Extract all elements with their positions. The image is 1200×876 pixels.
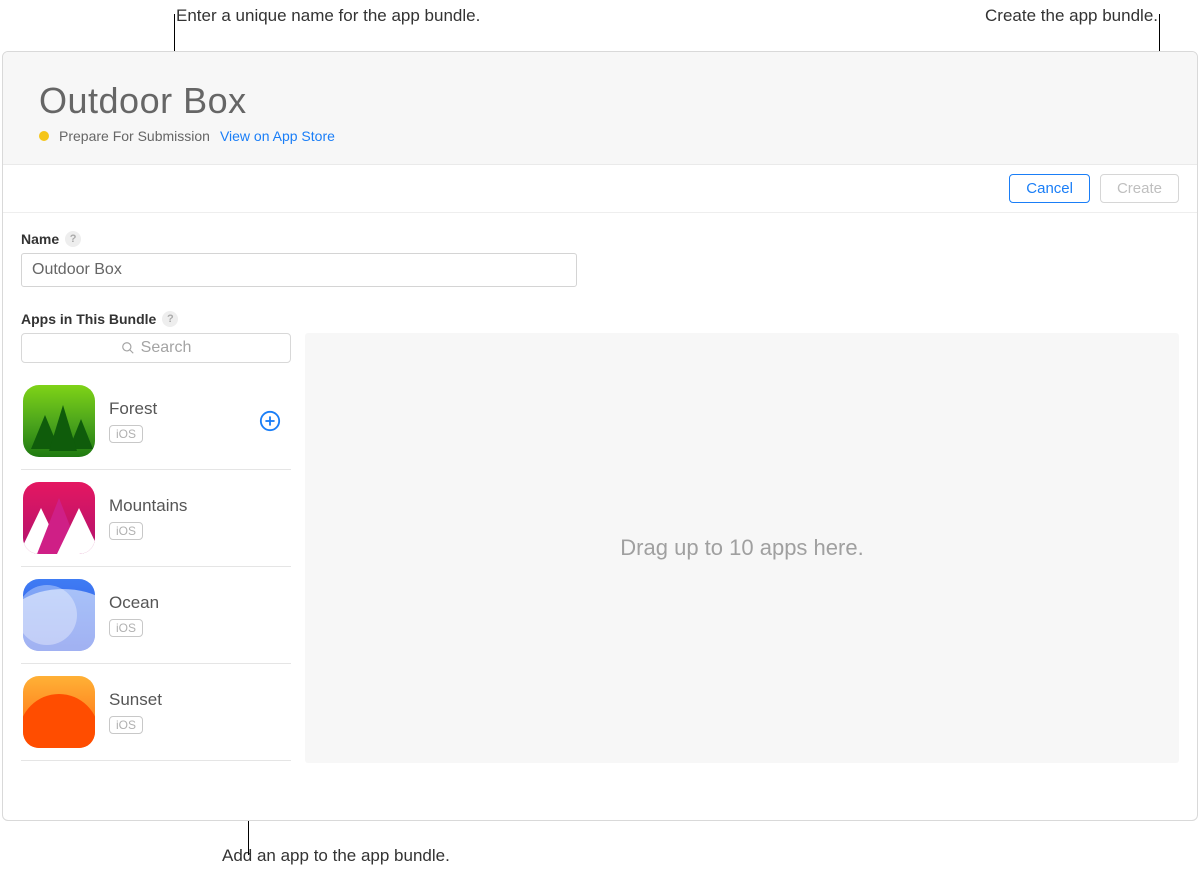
cancel-button[interactable]: Cancel: [1009, 174, 1090, 203]
apps-picker: Search ForestiOSMountainsiOSOceaniOSSuns…: [21, 333, 291, 761]
card-body: Name ? Apps in This Bundle ? Search: [3, 213, 1197, 781]
create-button[interactable]: Create: [1100, 174, 1179, 203]
help-icon[interactable]: ?: [65, 231, 81, 247]
app-row[interactable]: Sunset iOS: [21, 664, 291, 761]
card-header: Outdoor Box Prepare For Submission View …: [3, 52, 1197, 165]
app-name: Mountains: [109, 496, 187, 516]
app-name: Sunset: [109, 690, 162, 710]
status-text: Prepare For Submission: [59, 128, 210, 144]
app-meta: Ocean iOS: [109, 593, 159, 637]
app-name: Forest: [109, 399, 157, 419]
bundle-name-input[interactable]: [21, 253, 577, 287]
platform-badge: iOS: [109, 425, 143, 443]
app-icon: [23, 385, 95, 457]
search-placeholder: Search: [141, 339, 192, 357]
app-icon: [23, 482, 95, 554]
callout-create-hint: Create the app bundle.: [985, 6, 1158, 26]
page-title: Outdoor Box: [39, 80, 1161, 122]
bundle-label-text: Apps in This Bundle: [21, 311, 156, 327]
help-icon[interactable]: ?: [162, 311, 178, 327]
drop-zone-hint: Drag up to 10 apps here.: [620, 535, 863, 561]
app-name: Ocean: [109, 593, 159, 613]
app-row[interactable]: Forest iOS: [21, 373, 291, 470]
bundle-editor-card: Outdoor Box Prepare For Submission View …: [2, 51, 1198, 821]
search-input[interactable]: Search: [21, 333, 291, 363]
app-meta: Sunset iOS: [109, 690, 162, 734]
app-icon: [23, 579, 95, 651]
app-list: Forest iOS Mountains iOS Ocean iOS Sunset iOS: [21, 373, 291, 761]
callout-add-hint: Add an app to the app bundle.: [222, 846, 450, 866]
add-app-button[interactable]: [259, 410, 281, 432]
drop-zone[interactable]: Drag up to 10 apps here.: [305, 333, 1179, 763]
callout-name-hint: Enter a unique name for the app bundle.: [176, 6, 480, 26]
toolbar: Cancel Create: [3, 165, 1197, 213]
app-row[interactable]: Ocean iOS: [21, 567, 291, 664]
search-icon: [121, 341, 135, 355]
name-field-label: Name ?: [21, 231, 1179, 247]
name-label-text: Name: [21, 231, 59, 247]
status-dot-icon: [39, 131, 49, 141]
bundle-section-label: Apps in This Bundle ?: [21, 311, 1179, 327]
platform-badge: iOS: [109, 619, 143, 637]
app-row[interactable]: Mountains iOS: [21, 470, 291, 567]
app-icon: [23, 676, 95, 748]
platform-badge: iOS: [109, 716, 143, 734]
view-on-app-store-link[interactable]: View on App Store: [220, 128, 335, 144]
app-meta: Forest iOS: [109, 399, 157, 443]
platform-badge: iOS: [109, 522, 143, 540]
app-meta: Mountains iOS: [109, 496, 187, 540]
status-row: Prepare For Submission View on App Store: [39, 128, 1161, 144]
